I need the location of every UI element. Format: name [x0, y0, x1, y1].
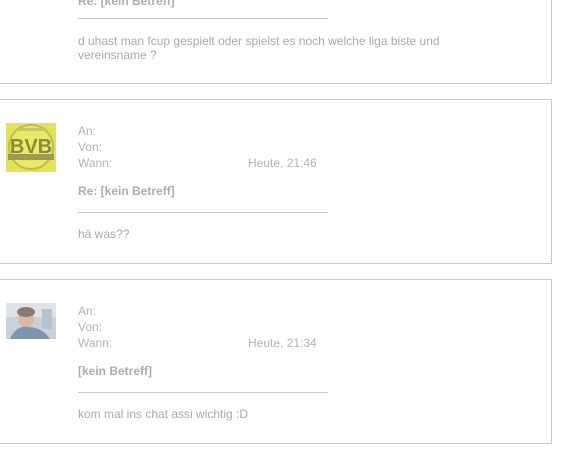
avatar[interactable] — [6, 303, 56, 339]
when-row: Wann: Heute, 21:34 — [78, 335, 338, 351]
from-row: Von: — [78, 139, 338, 155]
divider — [78, 18, 328, 19]
message-meta: An: Von: Wann: Heute, 21:34 — [78, 303, 338, 351]
to-label: An: — [78, 124, 97, 138]
to-label: An: — [78, 304, 97, 318]
from-row: Von: — [78, 319, 338, 335]
to-row: An: — [78, 123, 338, 139]
message-meta: An: Von: Wann: Heute, 21:46 — [78, 123, 338, 171]
to-row: An: — [78, 303, 338, 319]
message-body: hä was?? — [78, 227, 130, 241]
message-body: kom mal ins chat assi wichtig :D — [78, 407, 249, 421]
when-label: Wann: — [78, 156, 113, 170]
when-row: Wann: Heute, 21:46 — [78, 155, 338, 171]
when-label: Wann: — [78, 336, 113, 350]
message-subject[interactable]: Re: [kein Betreff] — [78, 0, 175, 8]
message-card: Re: [kein Betreff] d uhast man fcup gesp… — [0, 0, 552, 84]
from-label: Von: — [78, 140, 103, 154]
user-photo-icon — [6, 303, 56, 339]
timestamp: Heute, 21:34 — [248, 336, 317, 350]
message-card: BVB An: Von: Wann: Heute, 21:46 Re: [kei… — [0, 99, 552, 264]
avatar[interactable]: BVB — [6, 123, 56, 172]
message-subject[interactable]: Re: [kein Betreff] — [78, 184, 175, 198]
from-label: Von: — [78, 320, 103, 334]
message-card: An: Von: Wann: Heute, 21:34 [kein Betref… — [0, 279, 552, 444]
message-body: d uhast man fcup gespielt oder spielst e… — [78, 34, 440, 62]
timestamp: Heute, 21:46 — [248, 156, 317, 170]
bvb-logo-icon: BVB — [6, 123, 56, 172]
message-subject[interactable]: [kein Betreff] — [78, 364, 152, 378]
divider — [78, 392, 328, 393]
divider — [78, 212, 328, 213]
